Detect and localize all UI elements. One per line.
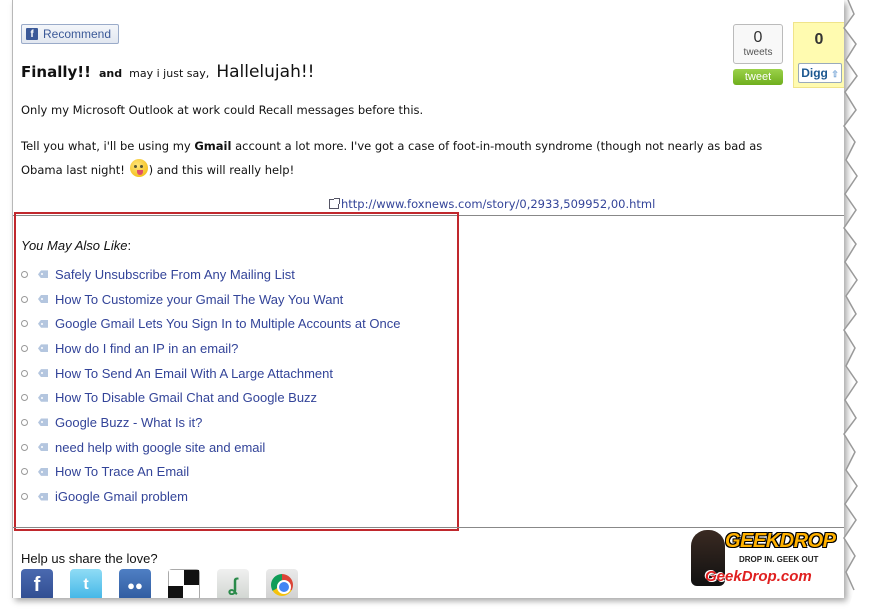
tweet-count-box[interactable]: 0 tweets xyxy=(733,24,783,64)
digg-label: Digg xyxy=(801,66,828,80)
external-link-icon xyxy=(329,198,340,209)
post-paragraph-2: Tell you what, i'll be using my Gmail ac… xyxy=(21,134,781,182)
tweet-count-label: tweets xyxy=(743,47,773,58)
facebook-icon: f xyxy=(26,28,38,40)
gmail-bold: Gmail xyxy=(194,139,232,153)
para2-text-a: Tell you what, i'll be using my xyxy=(21,139,195,153)
torn-edge xyxy=(830,0,870,610)
tweet-widget: 0 tweets tweet xyxy=(733,24,783,85)
recommend-label: Recommend xyxy=(43,27,112,41)
facebook-recommend-button[interactable]: f Recommend xyxy=(21,24,119,44)
post-paragraph-1: Only my Microsoft Outlook at work could … xyxy=(21,103,424,117)
logo-word: GEEKDROP xyxy=(725,530,836,552)
tweet-count: 0 xyxy=(753,29,763,46)
chrome-icon[interactable] xyxy=(266,569,298,598)
related-highlight-box xyxy=(14,212,459,531)
myspace-icon[interactable]: ●● xyxy=(119,569,151,598)
share-icons: f t ●● ʆ xyxy=(21,569,298,598)
tongue-smiley-icon xyxy=(129,159,148,177)
title-may: may i just say, xyxy=(129,67,210,80)
title-finally: Finally!! xyxy=(21,63,91,81)
facebook-icon[interactable]: f xyxy=(21,569,53,598)
source-link[interactable]: http://www.foxnews.com/story/0,2933,5099… xyxy=(329,197,655,211)
source-link-text: http://www.foxnews.com/story/0,2933,5099… xyxy=(341,197,656,211)
stumbleupon-icon[interactable]: ʆ xyxy=(217,569,249,598)
logo-tagline: DROP IN. GEEK OUT xyxy=(739,555,819,564)
title-and: and xyxy=(98,67,123,80)
para2-text-c: ) and this will really help! xyxy=(148,163,295,177)
title-hallelujah: Hallelujah!! xyxy=(216,62,315,82)
logo-site: GeekDrop.com xyxy=(705,568,812,585)
blog-post-frame: f Recommend 0 tweets tweet 0 Digg ⇧ Fina… xyxy=(12,0,844,598)
share-heading: Help us share the love? xyxy=(21,551,158,566)
chrome-logo-shape xyxy=(271,574,293,596)
geekdrop-logo[interactable]: GEEKDROP DROP IN. GEEK OUT GeekDrop.com xyxy=(689,526,836,588)
delicious-icon[interactable] xyxy=(168,569,200,598)
twitter-icon[interactable]: t xyxy=(70,569,102,598)
post-title: Finally!! and may i just say, Hallelujah!… xyxy=(21,62,314,82)
tweet-button[interactable]: tweet xyxy=(733,69,783,85)
